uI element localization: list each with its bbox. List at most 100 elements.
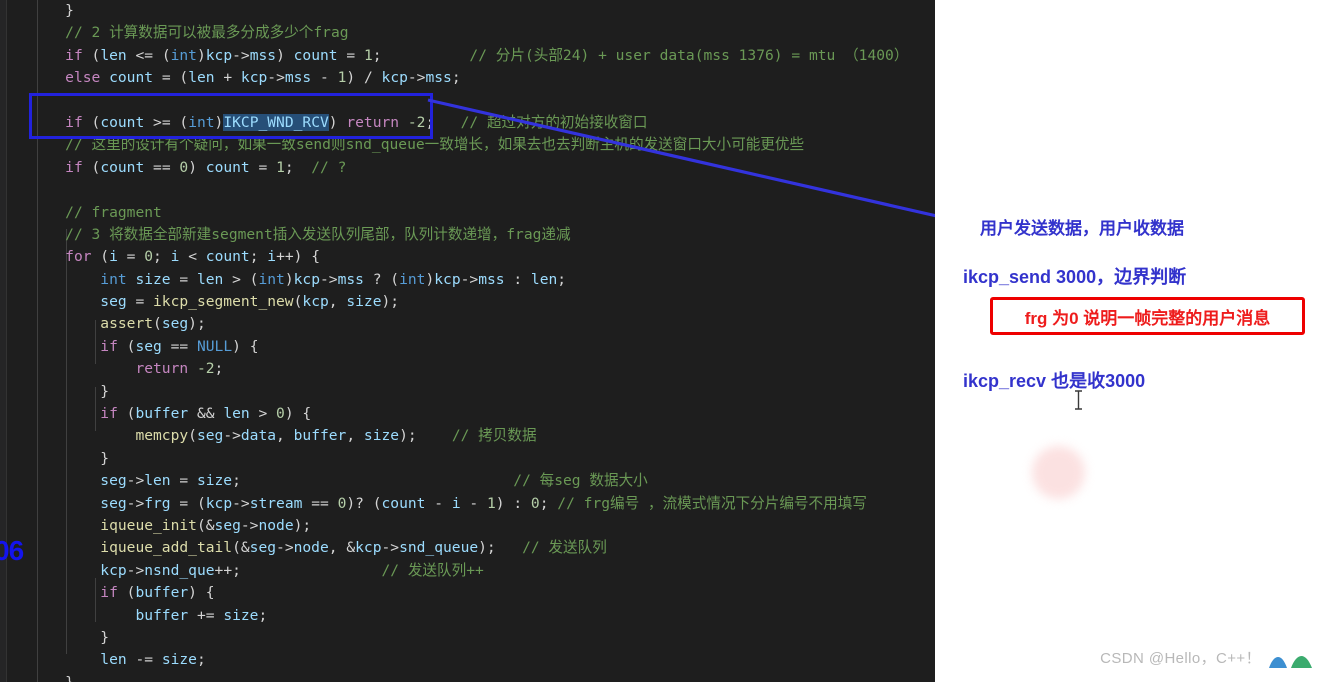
code-token: seg (100, 472, 127, 490)
code-line[interactable]: seg->frg = (kcp->stream == 0)? (count - … (30, 493, 935, 515)
code-line[interactable]: len -= size; (30, 649, 935, 671)
code-token: data (240, 427, 277, 445)
code-token: 0 (276, 405, 285, 423)
code-token: ++; (214, 561, 241, 579)
code-line[interactable]: } (30, 627, 935, 649)
code-token: // ? (311, 158, 347, 176)
code-token: count (100, 158, 145, 176)
code-token: ( (82, 158, 101, 176)
csdn-logo-icon (1269, 655, 1312, 668)
code-line[interactable]: if (buffer) { (30, 582, 935, 604)
code-token: kcp (355, 539, 382, 557)
code-token: size (346, 293, 382, 311)
code-line[interactable]: seg = ikcp_segment_new(kcp, size); (30, 291, 935, 313)
code-token: < (179, 248, 206, 266)
code-token: int (170, 46, 197, 64)
code-line[interactable]: if (buffer && len > 0) { (30, 403, 935, 425)
code-line[interactable]: int size = len > (int)kcp->mss ? (int)kc… (30, 269, 935, 291)
code-token: -> (232, 494, 250, 512)
code-line[interactable]: assert(seg); (30, 313, 935, 335)
code-token: if (100, 405, 118, 423)
code-token: i (109, 248, 118, 266)
code-line[interactable]: // 3 将数据全部新建segment插入发送队列尾部，队列计数递增，frag递… (30, 224, 935, 246)
code-token: count (381, 494, 426, 512)
code-line[interactable]: buffer += size; (30, 605, 935, 627)
code-line[interactable]: if (seg == NULL) { (30, 336, 935, 358)
code-line[interactable]: return -2; (30, 358, 935, 380)
code-line[interactable]: iqueue_add_tail(&seg->node, &kcp->snd_qu… (30, 537, 935, 559)
code-token: ) { (188, 584, 215, 602)
code-token: ; (372, 46, 382, 64)
code-token: ) / (346, 69, 382, 87)
csdn-watermark: CSDN @Hello，C++！ (1100, 647, 1313, 668)
code-line[interactable]: } (30, 381, 935, 403)
code-token: - (425, 494, 452, 512)
code-token: ) (425, 270, 435, 288)
code-token: == (302, 494, 338, 512)
code-line[interactable]: kcp->nsnd_que++; // 发送队列++ (30, 560, 935, 582)
code-line[interactable]: iqueue_init(&seg->node); (30, 515, 935, 537)
code-token: buffer (135, 405, 189, 423)
code-token: buffer (135, 584, 189, 602)
code-token: } (100, 382, 110, 400)
code-token: i (267, 248, 277, 266)
code-token: iqueue_add_tail (100, 539, 233, 557)
code-token: ; (539, 494, 558, 512)
code-token: (& (196, 516, 215, 534)
code-token: // 发送队列 (522, 539, 607, 557)
code-token: kcp (240, 69, 268, 87)
code-line[interactable]: // 2 计算数据可以被最多分成多少个frag (30, 22, 935, 44)
code-token: seg (135, 337, 162, 355)
code-token: kcp (205, 494, 233, 512)
code-line[interactable]: if (len <= (int)kcp->mss) count = 1; // … (30, 45, 935, 67)
code-token: ); (399, 427, 417, 445)
code-token: ); (188, 315, 206, 333)
code-token: - (311, 69, 338, 87)
code-token: 0 (179, 158, 189, 176)
code-token: -> (381, 539, 400, 557)
code-token: ; (196, 651, 206, 669)
code-editor-panel[interactable]: } // 2 计算数据可以被最多分成多少个frag if (len <= (in… (0, 0, 935, 682)
code-token: = (337, 46, 364, 64)
code-token: seg (214, 516, 241, 534)
code-token: , & (328, 539, 356, 557)
code-token: 1 (363, 46, 373, 64)
code-token: buffer (135, 606, 189, 624)
code-line[interactable] (30, 179, 935, 201)
code-token: // 超过对方的初始接收窗口 (460, 113, 648, 131)
code-token: len (223, 405, 250, 423)
code-token: count (205, 248, 250, 266)
code-line[interactable]: } (30, 448, 935, 470)
code-token: == (144, 158, 180, 176)
code-token: buffer (293, 427, 347, 445)
code-line[interactable]: else count = (len + kcp->mss - 1) / kcp-… (30, 67, 935, 89)
code-token: ) (276, 46, 294, 64)
code-token: mss (425, 69, 452, 87)
code-line[interactable]: // fragment (30, 202, 935, 224)
code-line[interactable]: if (count == 0) count = 1; // ? (30, 157, 935, 179)
code-token: -> (240, 516, 259, 534)
code-token: seg (161, 315, 189, 333)
code-token: if (65, 158, 83, 176)
code-line[interactable]: } (30, 672, 935, 682)
code-token: ; (214, 360, 224, 378)
text-cursor-icon (1073, 390, 1084, 410)
code-line[interactable]: memcpy(seg->data, buffer, size); // 拷贝数据 (30, 425, 935, 447)
code-line[interactable]: } (30, 0, 935, 22)
code-token: ) : (495, 494, 531, 512)
code-line[interactable]: for (i = 0; i < count; i++) { (30, 246, 935, 268)
code-token: = (170, 472, 197, 490)
code-line[interactable]: seg->len = size; // 每seg 数据大小 (30, 470, 935, 492)
code-token: )? ( (346, 494, 382, 512)
code-token: int (258, 270, 285, 288)
code-token: kcp (434, 270, 461, 288)
code-token: , (328, 293, 347, 311)
code-token: -> (267, 69, 285, 87)
